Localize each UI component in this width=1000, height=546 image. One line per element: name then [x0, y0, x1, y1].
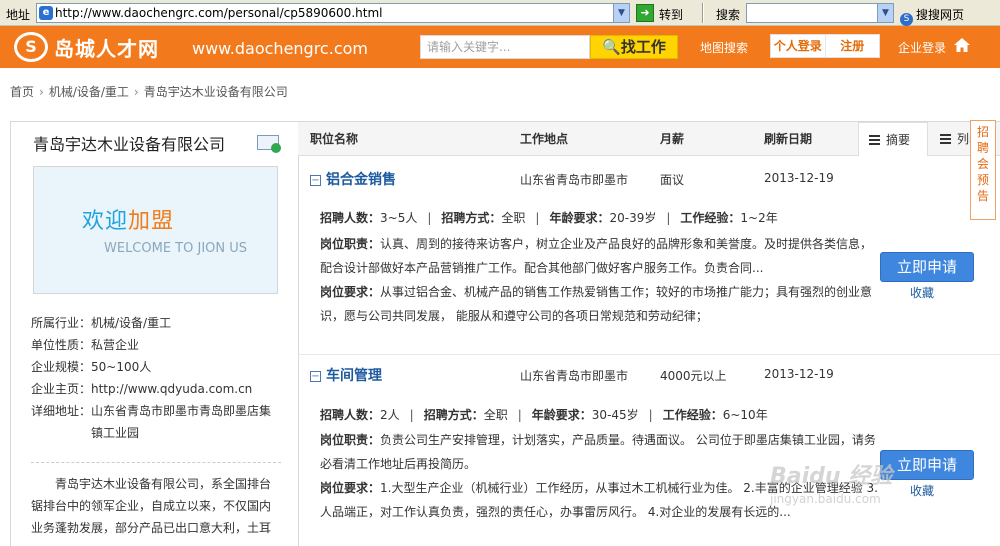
company-address: 详细地址：山东省青岛市即墨市青岛即墨店集镇工业园 [31, 404, 272, 440]
search-label: 搜索 [716, 8, 741, 22]
logo-mark-icon: S [14, 32, 48, 62]
breadcrumb-company: 青岛宇达木业设备有限公司 [143, 85, 288, 99]
address-label: 地址 [6, 8, 31, 22]
banner-welcome: 欢迎加盟 [82, 209, 175, 234]
divider [31, 462, 281, 463]
job-duty: 岗位职责：认真、周到的接待来访客户，树立企业及产品良好的品牌形象和美誉度。及时提… [320, 237, 873, 275]
job-fair-notice-tab[interactable]: 招聘会预告 [970, 120, 996, 220]
address-input[interactable]: e http://www.daochengrc.com/personal/cp5… [36, 3, 630, 23]
map-search-link[interactable]: 地图搜索 [700, 39, 748, 56]
breadcrumb-home[interactable]: 首页 [10, 85, 34, 99]
sogou-icon: S [900, 13, 913, 26]
breadcrumb-industry[interactable]: 机械/设备/重工 [49, 85, 129, 99]
company-info: 所属行业：机械/设备/重工 单位性质：私营企业 企业规模：50~100人 企业主… [31, 312, 281, 539]
col-title-header: 职位名称 [310, 132, 359, 146]
col-date-header: 刷新日期 [764, 132, 813, 146]
site-logo[interactable]: S 岛城人才网 [14, 30, 159, 64]
address-dropdown-icon[interactable]: ▼ [613, 4, 629, 22]
company-nature: 单位性质：私营企业 [31, 338, 140, 352]
find-job-button[interactable]: 🔍找工作 [590, 35, 678, 59]
company-homepage[interactable]: 企业主页：http://www.qdyuda.com.cn [31, 378, 281, 400]
baidu-watermark: Baidu 经验 [770, 464, 893, 489]
collapse-icon[interactable]: − [310, 175, 321, 186]
apply-button[interactable]: 立即申请 [880, 450, 974, 480]
collapse-icon[interactable]: − [310, 371, 321, 382]
list-view-icon [869, 135, 880, 145]
site-url: www.daochengrc.com [192, 39, 368, 58]
go-arrow-icon[interactable]: ➜ [636, 4, 654, 22]
tab-summary[interactable]: 摘要 [858, 122, 928, 156]
personal-login-button[interactable]: 个人登录 [771, 35, 825, 57]
company-industry: 所属行业：机械/设备/重工 [31, 316, 172, 330]
job-salary: 面议 [660, 173, 685, 187]
favorite-link[interactable]: 收藏 [910, 482, 934, 499]
toolbar-separator [702, 3, 704, 23]
enterprise-login-link[interactable]: 企业登录 [898, 39, 946, 56]
job-title[interactable]: 车间管理 [326, 365, 382, 385]
job-list-panel: 职位名称 工作地点 月薪 刷新日期 摘要 列表 − 铝合金销售 山东省青岛市即墨… [298, 121, 1000, 546]
job-table-header: 职位名称 工作地点 月薪 刷新日期 摘要 列表 [298, 122, 1000, 156]
col-location-header: 工作地点 [520, 132, 569, 146]
company-banner: 欢迎加盟 WELCOME TO JION US [33, 166, 278, 294]
job-title[interactable]: 铝合金销售 [326, 169, 396, 189]
breadcrumb: 首页 › 机械/设备/重工 › 青岛宇达木业设备有限公司 [10, 83, 288, 100]
col-salary-header: 月薪 [660, 132, 685, 146]
apply-button[interactable]: 立即申请 [880, 252, 974, 282]
keyword-input[interactable]: 请输入关键字... [420, 35, 590, 59]
job-meta: 招聘人数：2人 | 招聘方式：全职 | 年龄要求：30-45岁 | 工作经验：6~10年 [320, 408, 768, 422]
chevron-right-icon: › [39, 85, 44, 99]
job-item: − 车间管理 山东省青岛市即墨市 4000元以上 2013-12-19 招聘人数… [298, 355, 1000, 546]
company-panel: 青岛宇达木业设备有限公司 欢迎加盟 WELCOME TO JION US 所属行… [10, 121, 299, 546]
go-button[interactable]: 转到 [659, 6, 683, 23]
banner-english: WELCOME TO JION US [104, 241, 248, 256]
search-icon: 🔍 [602, 38, 621, 56]
list-icon [940, 134, 951, 144]
job-location: 山东省青岛市即墨市 [520, 173, 629, 187]
company-intro: 青岛宇达木业设备有限公司，系全国排台锯排台中的领军企业，自成立以来，不仅国内业务… [31, 477, 272, 535]
chevron-right-icon: › [133, 85, 139, 99]
address-url: http://www.daochengrc.com/personal/cp589… [55, 6, 383, 20]
job-item: − 铝合金销售 山东省青岛市即墨市 面议 2013-12-19 招聘人数：3~5… [298, 156, 1000, 354]
verified-card-icon [257, 135, 281, 153]
home-icon[interactable] [952, 35, 972, 55]
job-requirement: 岗位要求：从事过铝合金、机械产品的销售工作热爱销售工作；较好的市场推广能力；具有… [320, 285, 873, 323]
company-name: 青岛宇达木业设备有限公司 [33, 135, 226, 154]
job-date: 2013-12-19 [764, 171, 834, 185]
search-dropdown-icon[interactable]: ▼ [877, 4, 893, 22]
job-date: 2013-12-19 [764, 367, 834, 381]
job-location: 山东省青岛市即墨市 [520, 369, 629, 383]
ie-page-icon: e [39, 6, 53, 20]
browser-search-input[interactable]: ▼ [746, 3, 894, 23]
job-salary: 4000元以上 [660, 369, 727, 383]
register-button[interactable]: 注册 [824, 35, 880, 57]
site-header: S 岛城人才网 www.daochengrc.com 请输入关键字... 🔍找工… [0, 26, 1000, 68]
company-scale: 企业规模：50~100人 [31, 360, 152, 374]
job-meta: 招聘人数：3~5人 | 招聘方式：全职 | 年龄要求：20-39岁 | 工作经验：1~2年 [320, 211, 778, 225]
watermark-url: jingyan.baidu.com [770, 492, 881, 506]
search-engine-button[interactable]: S 搜搜网页 [900, 6, 964, 26]
login-box: 个人登录 注册 [770, 34, 880, 58]
favorite-link[interactable]: 收藏 [910, 284, 934, 301]
browser-toolbar: 地址 e http://www.daochengrc.com/personal/… [0, 0, 1000, 26]
